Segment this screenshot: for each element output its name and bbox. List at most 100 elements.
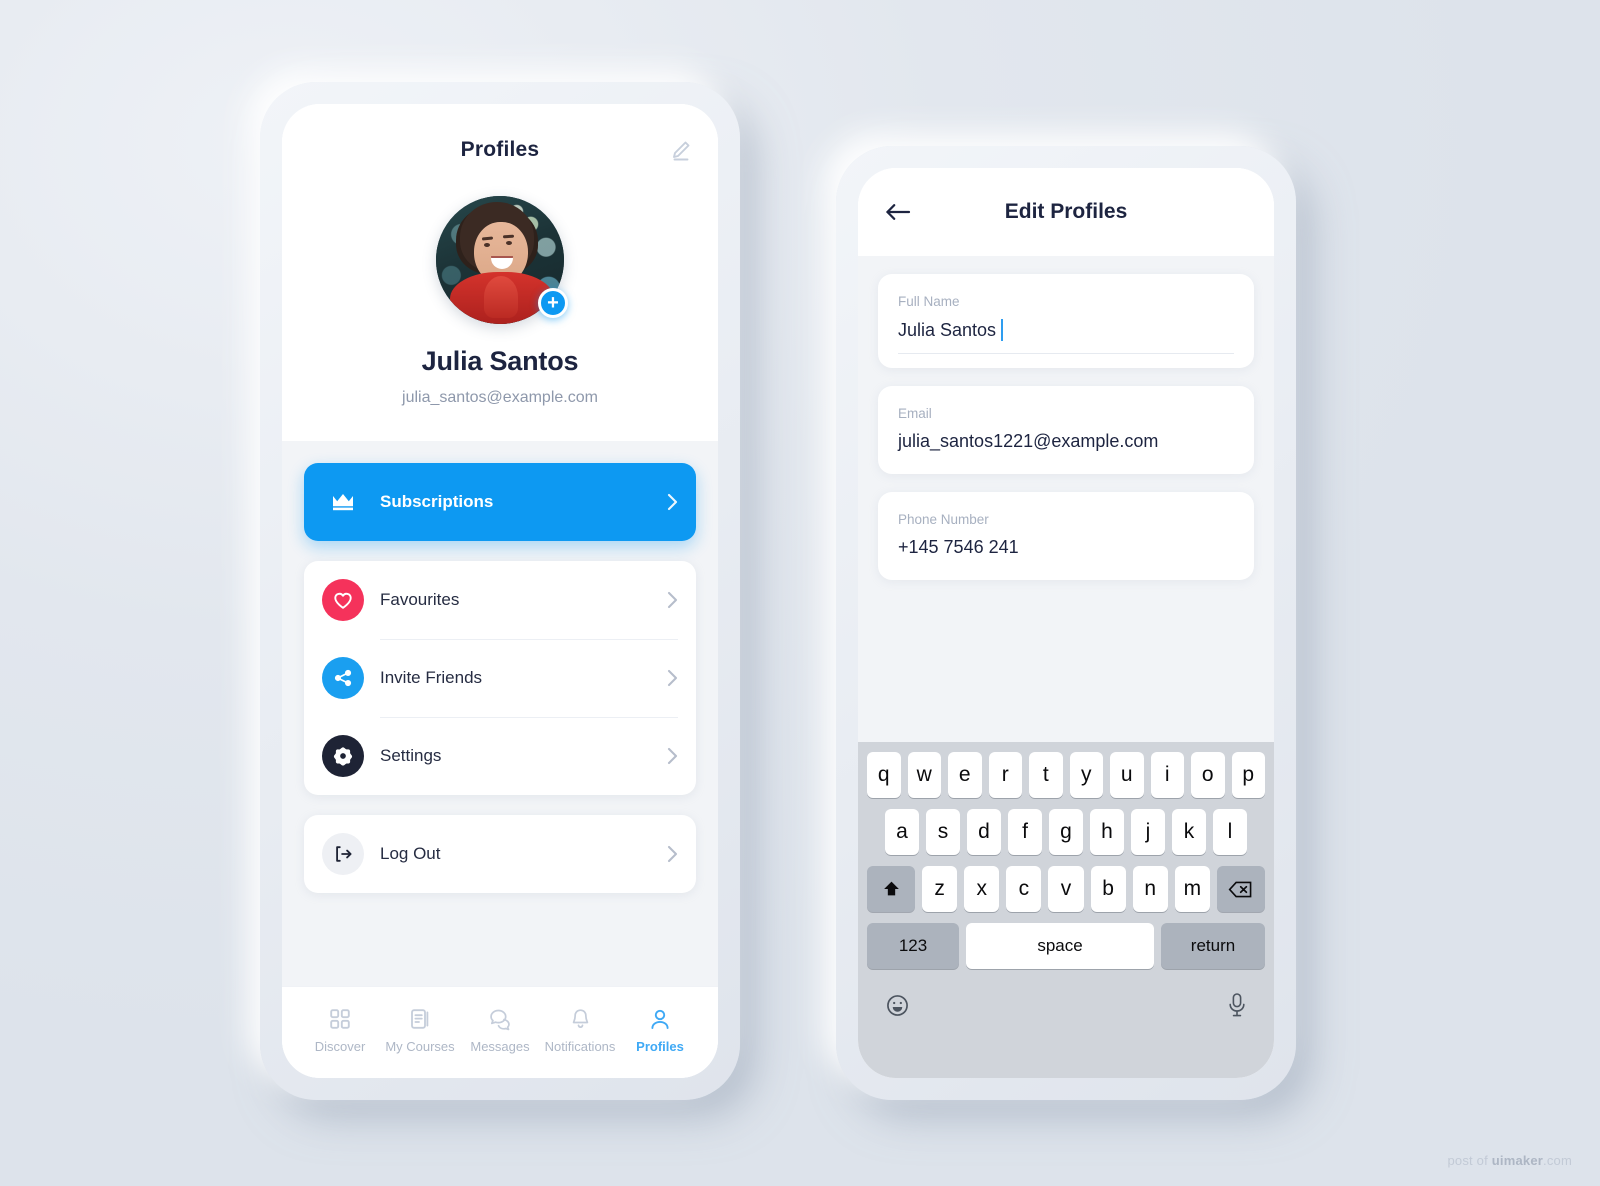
menu-item-label: Invite Friends	[380, 668, 483, 687]
key-v[interactable]: v	[1048, 866, 1084, 912]
tab-notifications[interactable]: Notifications	[540, 1007, 620, 1054]
key-u[interactable]: u	[1110, 752, 1144, 798]
key-g[interactable]: g	[1049, 809, 1083, 855]
key-j[interactable]: j	[1131, 809, 1165, 855]
menu-card: Favourites Invite Friends Settings	[304, 561, 696, 795]
key-w[interactable]: w	[907, 752, 941, 798]
chevron-right-icon	[667, 747, 678, 765]
keyboard-row-2: a s d f g h j k l	[863, 809, 1269, 855]
bell-icon	[569, 1007, 592, 1031]
key-space[interactable]: space	[966, 923, 1154, 969]
tab-messages[interactable]: Messages	[460, 1007, 540, 1054]
watermark: post of uimaker.com	[1448, 1153, 1573, 1168]
menu-item-label: Subscriptions	[380, 492, 494, 511]
menu-item-favourites[interactable]: Favourites	[304, 561, 696, 639]
key-o[interactable]: o	[1191, 752, 1225, 798]
menu-item-subscriptions[interactable]: Subscriptions	[304, 463, 696, 541]
key-b[interactable]: b	[1090, 866, 1126, 912]
chevron-right-icon	[667, 493, 678, 511]
key-e[interactable]: e	[948, 752, 982, 798]
field-label: Full Name	[898, 294, 960, 309]
key-return[interactable]: return	[1161, 923, 1265, 969]
screen-profiles: Profiles + Julia Santos julia_santos@exa…	[282, 104, 718, 1078]
phone-number-input[interactable]: +145 7546 241	[898, 537, 1234, 558]
tab-profiles[interactable]: Profiles	[620, 1007, 700, 1054]
logout-card: Log Out	[304, 815, 696, 893]
text-caret	[1001, 319, 1004, 341]
gear-icon	[322, 735, 364, 777]
key-h[interactable]: h	[1090, 809, 1124, 855]
profile-summary: + Julia Santos julia_santos@example.com	[282, 196, 718, 441]
menu-item-log-out[interactable]: Log Out	[304, 815, 696, 893]
crown-icon	[322, 481, 364, 523]
key-c[interactable]: c	[1006, 866, 1042, 912]
key-x[interactable]: x	[964, 866, 1000, 912]
email-field[interactable]: Email julia_santos1221@example.com	[878, 386, 1254, 474]
keyboard-row-3: z x c v b n m	[863, 866, 1269, 912]
keyboard-row-4: 123 space return	[863, 923, 1269, 969]
tab-label: Messages	[470, 1039, 530, 1054]
field-label: Phone Number	[898, 512, 989, 527]
phone-number-field[interactable]: Phone Number +145 7546 241	[878, 492, 1254, 580]
profile-name: Julia Santos	[421, 346, 579, 376]
profile-email: julia_santos@example.com	[402, 389, 598, 406]
phone-right-edit-profiles: Edit Profiles Full Name Julia Santos Ema…	[836, 146, 1296, 1100]
key-numbers[interactable]: 123	[867, 923, 959, 969]
tab-my-courses[interactable]: My Courses	[380, 1007, 460, 1054]
key-q[interactable]: q	[867, 752, 901, 798]
key-n[interactable]: n	[1132, 866, 1168, 912]
menu-item-label: Favourites	[380, 590, 460, 609]
profiles-header: Profiles	[282, 104, 718, 196]
tab-label: Discover	[314, 1039, 366, 1054]
shift-icon[interactable]	[867, 866, 915, 912]
microphone-icon[interactable]	[1227, 992, 1247, 1018]
key-l[interactable]: l	[1213, 809, 1247, 855]
key-r[interactable]: r	[988, 752, 1022, 798]
key-s[interactable]: s	[926, 809, 960, 855]
person-icon	[648, 1007, 672, 1031]
key-i[interactable]: i	[1150, 752, 1184, 798]
chevron-right-icon	[667, 591, 678, 609]
emoji-smiley-icon[interactable]	[885, 993, 910, 1018]
full-name-field[interactable]: Full Name Julia Santos	[878, 274, 1254, 368]
watermark-brand: uimaker	[1491, 1153, 1544, 1168]
page-title: Profiles	[460, 138, 540, 161]
key-k[interactable]: k	[1172, 809, 1206, 855]
menu-item-invite-friends[interactable]: Invite Friends	[304, 639, 696, 717]
watermark-prefix: post of	[1447, 1153, 1492, 1168]
key-p[interactable]: p	[1231, 752, 1265, 798]
key-f[interactable]: f	[1008, 809, 1042, 855]
backspace-icon[interactable]	[1216, 866, 1265, 912]
key-t[interactable]: t	[1029, 752, 1063, 798]
edit-profiles-header: Edit Profiles	[858, 168, 1274, 256]
page-title: Edit Profiles	[1004, 200, 1128, 223]
divider	[380, 717, 678, 718]
pencil-edit-icon[interactable]	[666, 135, 696, 165]
key-y[interactable]: y	[1069, 752, 1103, 798]
key-z[interactable]: z	[922, 866, 958, 912]
arrow-left-icon[interactable]	[882, 196, 914, 228]
tab-label: My Courses	[385, 1039, 455, 1054]
field-value: Julia Santos	[898, 319, 997, 340]
grid-icon	[328, 1007, 352, 1031]
bottom-tabbar: Discover My Courses Messages Notificatio…	[282, 986, 718, 1078]
field-value: +145 7546 241	[898, 537, 1019, 557]
full-name-input[interactable]: Julia Santos	[898, 319, 1234, 354]
avatar-wrapper: +	[436, 196, 568, 324]
tab-discover[interactable]: Discover	[300, 1007, 380, 1054]
add-photo-button[interactable]: +	[538, 288, 568, 318]
heart-icon	[322, 579, 364, 621]
menu-item-settings[interactable]: Settings	[304, 717, 696, 795]
keyboard-bottom-bar	[863, 980, 1269, 1018]
chat-bubbles-icon	[488, 1007, 513, 1031]
menu-item-label: Settings	[380, 746, 442, 765]
key-a[interactable]: a	[885, 809, 919, 855]
logout-icon	[322, 833, 364, 875]
chevron-right-icon	[667, 845, 678, 863]
tab-label: Notifications	[544, 1039, 616, 1054]
key-d[interactable]: d	[967, 809, 1001, 855]
key-m[interactable]: m	[1174, 866, 1210, 912]
keyboard-row-1: q w e r t y u i o p	[863, 752, 1269, 798]
phone-left-profiles: Profiles + Julia Santos julia_santos@exa…	[260, 82, 740, 1100]
email-input[interactable]: julia_santos1221@example.com	[898, 431, 1234, 452]
